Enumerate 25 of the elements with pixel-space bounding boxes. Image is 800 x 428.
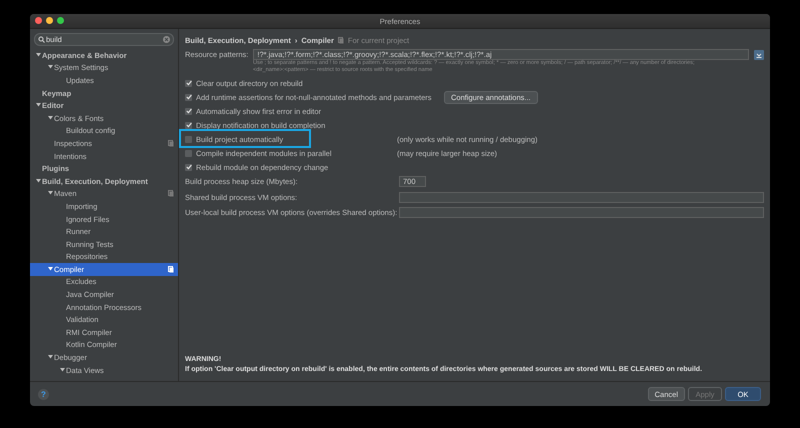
zoom-button[interactable]	[57, 17, 64, 24]
expanded-arrow-icon[interactable]	[48, 190, 52, 196]
checkbox[interactable]	[185, 122, 192, 128]
checkbox[interactable]	[185, 108, 192, 114]
minimize-button[interactable]	[46, 17, 53, 24]
input-field[interactable]	[399, 207, 764, 218]
expanded-arrow-icon[interactable]	[36, 102, 40, 108]
expanded-arrow-icon[interactable]	[48, 64, 52, 70]
expanded-arrow-icon[interactable]	[48, 266, 52, 271]
expanded-arrow-icon[interactable]	[48, 114, 52, 120]
checkbox[interactable]	[185, 80, 192, 86]
expand-field-icon[interactable]	[754, 50, 764, 60]
checkbox[interactable]	[185, 150, 192, 156]
search-icon	[38, 36, 45, 43]
expanded-arrow-icon[interactable]	[36, 178, 40, 183]
expanded-arrow-icon[interactable]	[48, 354, 52, 360]
expanded-arrow-icon[interactable]	[60, 366, 64, 372]
input-field[interactable]	[399, 192, 764, 203]
close-button[interactable]	[35, 17, 42, 24]
checkbox[interactable]	[185, 94, 192, 100]
clear-icon[interactable]	[163, 36, 170, 43]
checkbox[interactable]	[185, 164, 192, 170]
checkbox[interactable]	[185, 136, 192, 142]
copy-icon	[338, 36, 344, 44]
expanded-arrow-icon[interactable]	[36, 52, 40, 57]
